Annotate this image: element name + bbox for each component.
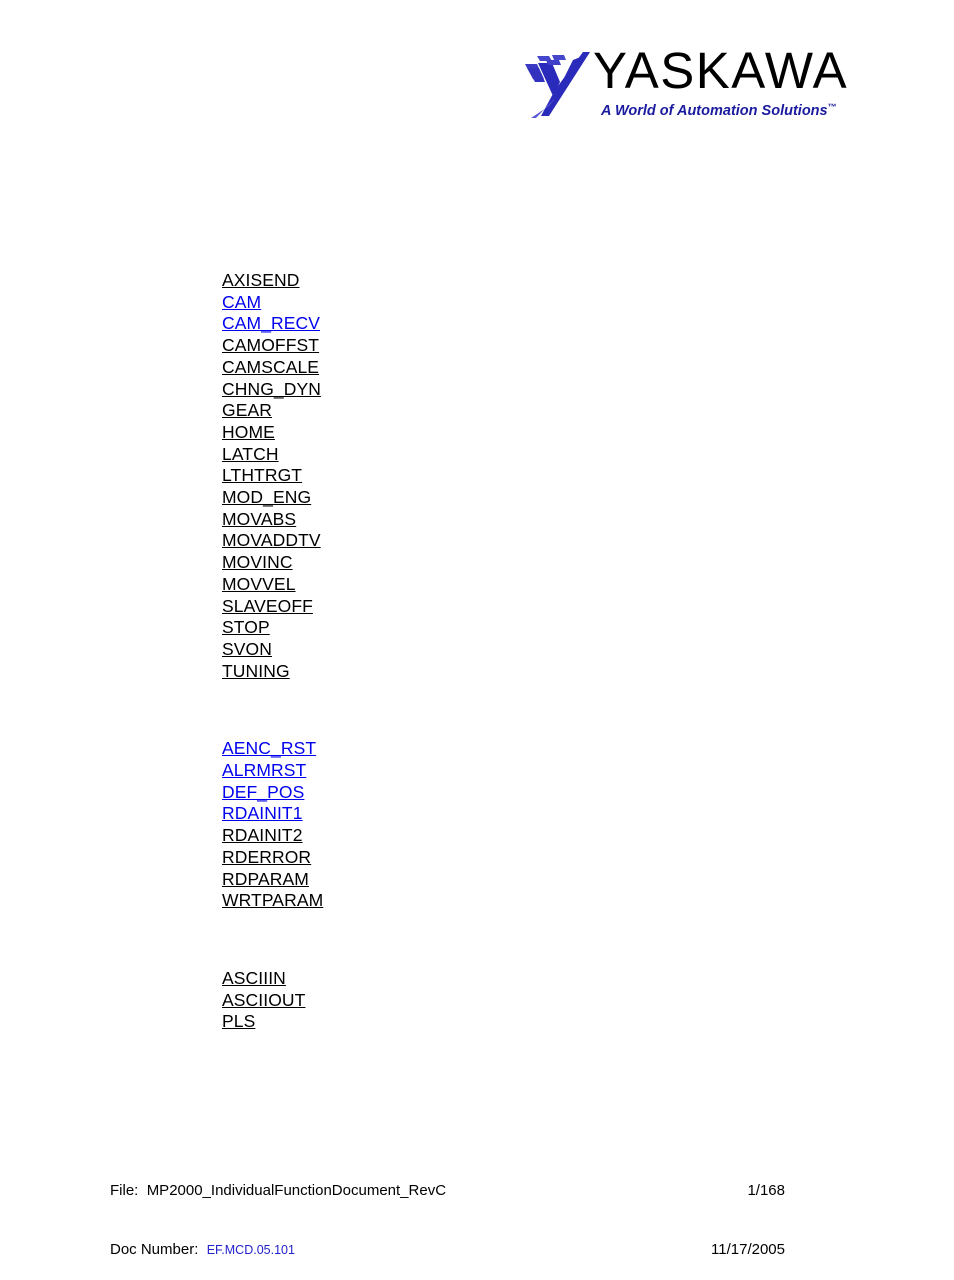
function-link-rdainit2[interactable]: RDAINIT2 — [222, 825, 303, 847]
function-link-camoffst[interactable]: CAMOFFST — [222, 335, 319, 357]
yaskawa-swoosh-icon — [519, 46, 593, 120]
function-link-home[interactable]: HOME — [222, 422, 275, 444]
function-link-rderror[interactable]: RDERROR — [222, 847, 311, 869]
io-function-group: ASCIIIN ASCIIOUT PLS — [222, 968, 652, 1033]
yaskawa-tagline-text: A World of Automation Solutions — [601, 103, 828, 119]
function-link-slaveoff[interactable]: SLAVEOFF — [222, 596, 313, 618]
function-link-alrmrst[interactable]: ALRMRST — [222, 760, 306, 782]
function-link-tuning[interactable]: TUNING — [222, 661, 290, 683]
function-link-rdainit1[interactable]: RDAINIT1 — [222, 803, 303, 825]
footer-date: 11/17/2005 — [711, 1240, 785, 1258]
footer-left: File: MP2000_IndividualFunctionDocument_… — [110, 1142, 446, 1280]
yaskawa-tagline: A World of Automation Solutions™ — [601, 102, 837, 119]
yaskawa-logo: YASKAWA A World of Automation Solutions™ — [519, 43, 847, 120]
function-link-camscale[interactable]: CAMSCALE — [222, 357, 319, 379]
function-link-chng-dyn[interactable]: CHNG_DYN — [222, 379, 321, 401]
function-link-rdparam[interactable]: RDPARAM — [222, 869, 309, 891]
function-link-axisend[interactable]: AXISEND — [222, 270, 300, 292]
footer-file-line: File: MP2000_IndividualFunctionDocument_… — [110, 1181, 446, 1201]
function-link-movvel[interactable]: MOVVEL — [222, 574, 296, 596]
function-link-movinc[interactable]: MOVINC — [222, 552, 293, 574]
function-link-pls[interactable]: PLS — [222, 1011, 255, 1033]
function-link-asciiin[interactable]: ASCIIIN — [222, 968, 286, 990]
footer-right: 1/168 11/17/2005 — [585, 1142, 785, 1279]
function-link-mod-eng[interactable]: MOD_ENG — [222, 487, 311, 509]
footer-file-name: MP2000_IndividualFunctionDocument_RevC — [146, 1182, 447, 1199]
function-link-movaddtv[interactable]: MOVADDTV — [222, 530, 321, 552]
trademark-icon: ™ — [827, 102, 837, 112]
function-link-movabs[interactable]: MOVABS — [222, 509, 296, 531]
footer-file-label: File: — [110, 1182, 147, 1199]
function-link-wrtparam[interactable]: WRTPARAM — [222, 890, 323, 912]
function-link-aenc-rst[interactable]: AENC_RST — [222, 738, 316, 760]
function-link-cam-recv[interactable]: CAM_RECV — [222, 313, 320, 335]
function-link-svon[interactable]: SVON — [222, 639, 272, 661]
function-link-lthtrgt[interactable]: LTHTRGT — [222, 465, 302, 487]
motion-function-group: AXISEND CAM CAM_RECV CAMOFFST CAMSCALE CHNG_D… — [222, 270, 652, 682]
footer-page-number: 1/168 — [747, 1182, 785, 1199]
function-link-stop[interactable]: STOP — [222, 617, 270, 639]
function-link-list: AXISEND CAM CAM_RECV CAMOFFST CAMSCALE CHNG_D… — [222, 270, 652, 1033]
function-link-def-pos[interactable]: DEF_POS — [222, 782, 304, 804]
function-link-cam[interactable]: CAM — [222, 292, 261, 314]
footer-doc-line: Doc Number: EF.MCD.05.101 — [110, 1240, 446, 1261]
footer-doc-label: Doc Number: — [110, 1240, 207, 1258]
function-link-gear[interactable]: GEAR — [222, 400, 272, 422]
function-link-latch[interactable]: LATCH — [222, 444, 279, 466]
servo-utility-function-group: AENC_RST ALRMRST DEF_POS RDAINIT1 RDAINIT2 RD… — [222, 738, 652, 912]
function-link-asciiout[interactable]: ASCIIOUT — [222, 990, 305, 1012]
yaskawa-wordmark: YASKAWA — [593, 42, 849, 99]
footer-doc-number: EF.MCD.05.101 — [206, 1242, 295, 1257]
